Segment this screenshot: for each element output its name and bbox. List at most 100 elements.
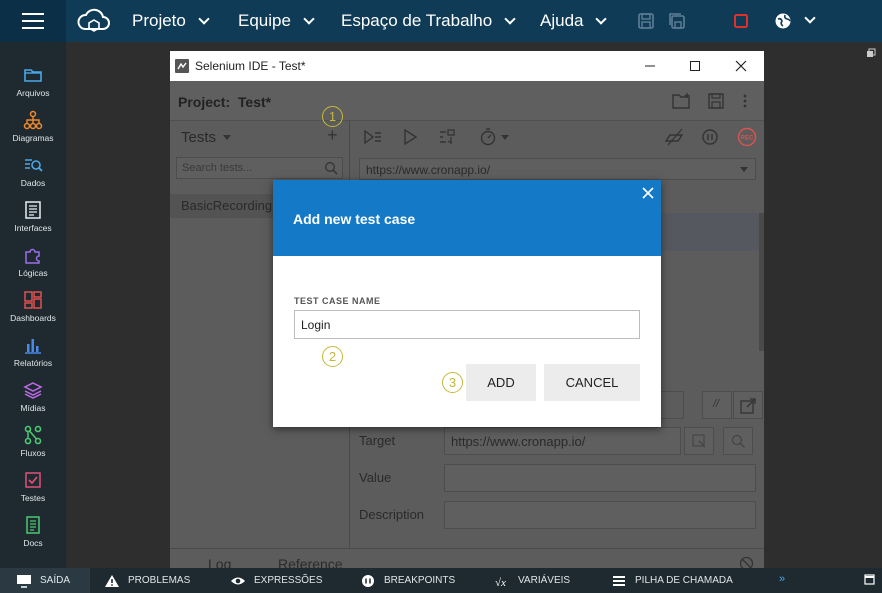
test-case-name-label: TEST CASE NAME: [294, 296, 381, 306]
double-chevron-right-icon[interactable]: »: [779, 573, 785, 585]
comment-icon: //: [713, 398, 720, 410]
sidebar-item-relatorios[interactable]: Relatórios: [0, 328, 66, 373]
menu-projeto[interactable]: Projeto: [132, 0, 210, 42]
sidebar-item-testes[interactable]: Testes: [0, 463, 66, 508]
tests-dropdown[interactable]: Tests: [181, 129, 216, 146]
project-label: Project: Test*: [178, 94, 271, 110]
sidebar: Arquivos Diagramas Dados Interfaces Lógi…: [0, 42, 66, 568]
save-icon[interactable]: [636, 11, 656, 31]
sidebar-item-docs[interactable]: Docs: [0, 508, 66, 553]
pause-icon[interactable]: [700, 127, 720, 147]
stack-icon: [613, 575, 625, 586]
value-label: Value: [359, 470, 392, 485]
cancel-button[interactable]: CANCEL: [544, 364, 640, 401]
top-bar: Projeto Equipe Espaço de Trabalho Ajuda: [0, 0, 882, 42]
status-tab-variaveis[interactable]: √x VARIÁVEIS: [494, 568, 570, 593]
step-marker: 1: [322, 106, 343, 127]
description-input[interactable]: [444, 501, 756, 529]
menu-label: Projeto: [132, 11, 186, 30]
test-case-name-input[interactable]: Login: [294, 310, 640, 339]
sidebar-item-label: Mídias: [20, 403, 46, 413]
docs-icon: [26, 516, 40, 534]
more-options-icon[interactable]: [740, 93, 750, 109]
base-url-input[interactable]: https://www.cronapp.io/: [359, 158, 756, 180]
svg-text:REC: REC: [741, 136, 754, 142]
open-docs-button[interactable]: [733, 391, 763, 419]
maximize-panel-icon[interactable]: [864, 574, 875, 585]
disable-breakpoints-icon[interactable]: [664, 127, 684, 147]
stop-icon[interactable]: [731, 11, 751, 31]
status-tab-saida[interactable]: SAÍDA: [0, 568, 90, 593]
sidebar-item-arquivos[interactable]: Arquivos: [0, 58, 66, 103]
menu-label: Ajuda: [540, 11, 584, 30]
test-case-name-value: Login: [301, 318, 331, 332]
menu-espaco-de-trabalho[interactable]: Espaço de Trabalho: [341, 0, 516, 42]
new-folder-icon[interactable]: [672, 92, 692, 110]
sidebar-item-logicas[interactable]: Lógicas: [0, 238, 66, 283]
save-project-icon[interactable]: [708, 93, 724, 109]
diagram-icon: [23, 110, 43, 130]
find-target-button[interactable]: [723, 427, 753, 455]
sidebar-item-dashboards[interactable]: Dashboards: [0, 283, 66, 328]
add-test-case-dialog: Add new test case TEST CASE NAME Login A…: [273, 180, 661, 427]
variable-icon: √x: [495, 577, 506, 588]
logic-icon: [25, 248, 40, 264]
status-tab-pilha-de-chamada[interactable]: PILHA DE CHAMADA: [611, 568, 733, 593]
restore-icon[interactable]: [866, 48, 876, 58]
record-button-icon[interactable]: REC: [737, 127, 757, 147]
dashboard-icon: [24, 291, 42, 309]
target-picker-icon: [692, 434, 706, 448]
status-tab-problemas[interactable]: PROBLEMAS: [104, 568, 190, 593]
speed-timer-icon[interactable]: [479, 127, 499, 147]
close-button[interactable]: [718, 51, 764, 81]
search-tests-input[interactable]: Search tests...: [176, 157, 343, 179]
caret-down-icon[interactable]: [223, 135, 231, 140]
chevron-down-icon: [198, 12, 210, 25]
sidebar-item-diagramas[interactable]: Diagramas: [0, 103, 66, 148]
caret-down-icon[interactable]: [501, 135, 509, 140]
step-marker: 3: [442, 372, 463, 393]
chevron-down-icon: [303, 12, 315, 25]
sidebar-item-dados[interactable]: Dados: [0, 148, 66, 193]
sidebar-item-label: Dashboards: [10, 313, 56, 323]
sidebar-item-midias[interactable]: Mídias: [0, 373, 66, 418]
comment-toggle-button[interactable]: //: [702, 391, 732, 419]
project-label-text: Project:: [178, 94, 231, 110]
status-tab-expressoes[interactable]: EXPRESSÕES: [230, 568, 322, 593]
status-tab-breakpoints[interactable]: BREAKPOINTS: [360, 568, 455, 593]
breakpoint-icon: [362, 574, 374, 587]
save-all-icon[interactable]: [667, 11, 687, 31]
globe-icon[interactable]: [773, 11, 793, 31]
status-tab-label: PROBLEMAS: [128, 575, 191, 586]
menu-equipe[interactable]: Equipe: [238, 0, 315, 42]
minimize-button[interactable]: [627, 51, 673, 81]
svg-text:√x: √x: [495, 577, 506, 588]
sidebar-item-label: Diagramas: [12, 133, 54, 143]
step-over-icon[interactable]: [437, 127, 457, 147]
selenium-app-icon: [175, 59, 189, 73]
add-test-plus-icon[interactable]: +: [327, 125, 338, 146]
target-label: Target: [359, 433, 396, 448]
chevron-down-icon[interactable]: [804, 12, 816, 24]
sidebar-item-interfaces[interactable]: Interfaces: [0, 193, 66, 238]
maximize-button[interactable]: [672, 51, 718, 81]
add-button[interactable]: ADD: [466, 364, 536, 401]
close-icon: [735, 60, 747, 72]
sidebar-item-fluxos[interactable]: Fluxos: [0, 418, 66, 463]
value-input[interactable]: [444, 464, 756, 492]
caret-down-icon[interactable]: [740, 167, 748, 172]
sidebar-item-label: Lógicas: [18, 268, 48, 278]
select-target-button[interactable]: [684, 427, 714, 455]
target-input[interactable]: https://www.cronapp.io/: [444, 427, 681, 455]
window-titlebar[interactable]: Selenium IDE - Test*: [170, 51, 764, 81]
sidebar-item-label: Testes: [20, 493, 46, 503]
cronapp-logo-icon: [77, 8, 110, 32]
menu-label: Espaço de Trabalho: [341, 11, 493, 30]
hamburger-menu-icon[interactable]: [0, 0, 66, 42]
run-all-tests-icon[interactable]: [363, 127, 383, 147]
project-name: Test*: [237, 94, 272, 110]
run-test-icon[interactable]: [400, 127, 420, 147]
command-list-scrollbar[interactable]: [759, 213, 764, 351]
close-icon[interactable]: [641, 186, 655, 200]
menu-ajuda[interactable]: Ajuda: [540, 0, 608, 42]
